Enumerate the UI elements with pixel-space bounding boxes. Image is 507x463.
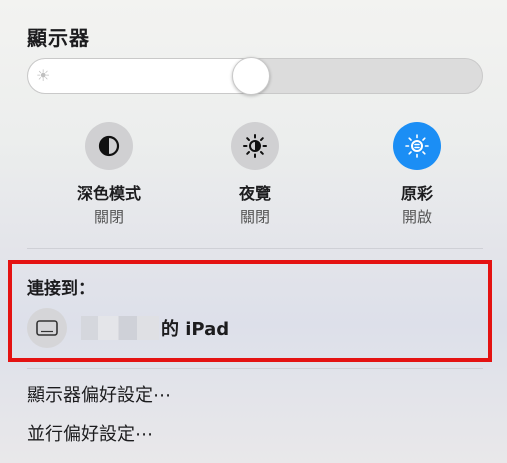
display-preferences-menu-item[interactable]: 顯示器偏好設定⋯	[27, 381, 171, 407]
device-name: 的 iPad	[161, 319, 230, 340]
brightness-slider-fill	[28, 59, 252, 93]
true-tone-toggle[interactable]: 原彩 開啟	[357, 122, 477, 227]
brightness-slider-knob[interactable]	[231, 57, 270, 95]
true-tone-icon[interactable]	[393, 122, 441, 170]
ipad-device-item[interactable]: 的 iPad	[27, 308, 229, 348]
night-shift-icon[interactable]	[231, 122, 279, 170]
dark-mode-label: 深色模式	[76, 184, 141, 203]
sidecar-preferences-menu-item[interactable]: 並行偏好設定⋯	[27, 420, 153, 446]
night-shift-toggle[interactable]: 夜覽 關閉	[195, 122, 315, 227]
connect-to-heading: 連接到：	[27, 279, 95, 299]
night-shift-status: 關閉	[239, 208, 270, 226]
dark-mode-icon[interactable]	[85, 122, 133, 170]
panel-title: 顯示器	[27, 26, 90, 50]
ipad-icon	[27, 308, 67, 348]
divider	[27, 368, 483, 369]
true-tone-status: 開啟	[401, 208, 432, 226]
night-shift-label: 夜覽	[238, 184, 271, 203]
dark-mode-status: 關閉	[93, 208, 124, 226]
brightness-sun-icon: ☀	[36, 66, 51, 85]
divider	[27, 248, 483, 249]
redacted-device-owner	[81, 316, 159, 340]
dark-mode-toggle[interactable]: 深色模式 關閉	[49, 122, 169, 227]
true-tone-label: 原彩	[400, 184, 433, 203]
